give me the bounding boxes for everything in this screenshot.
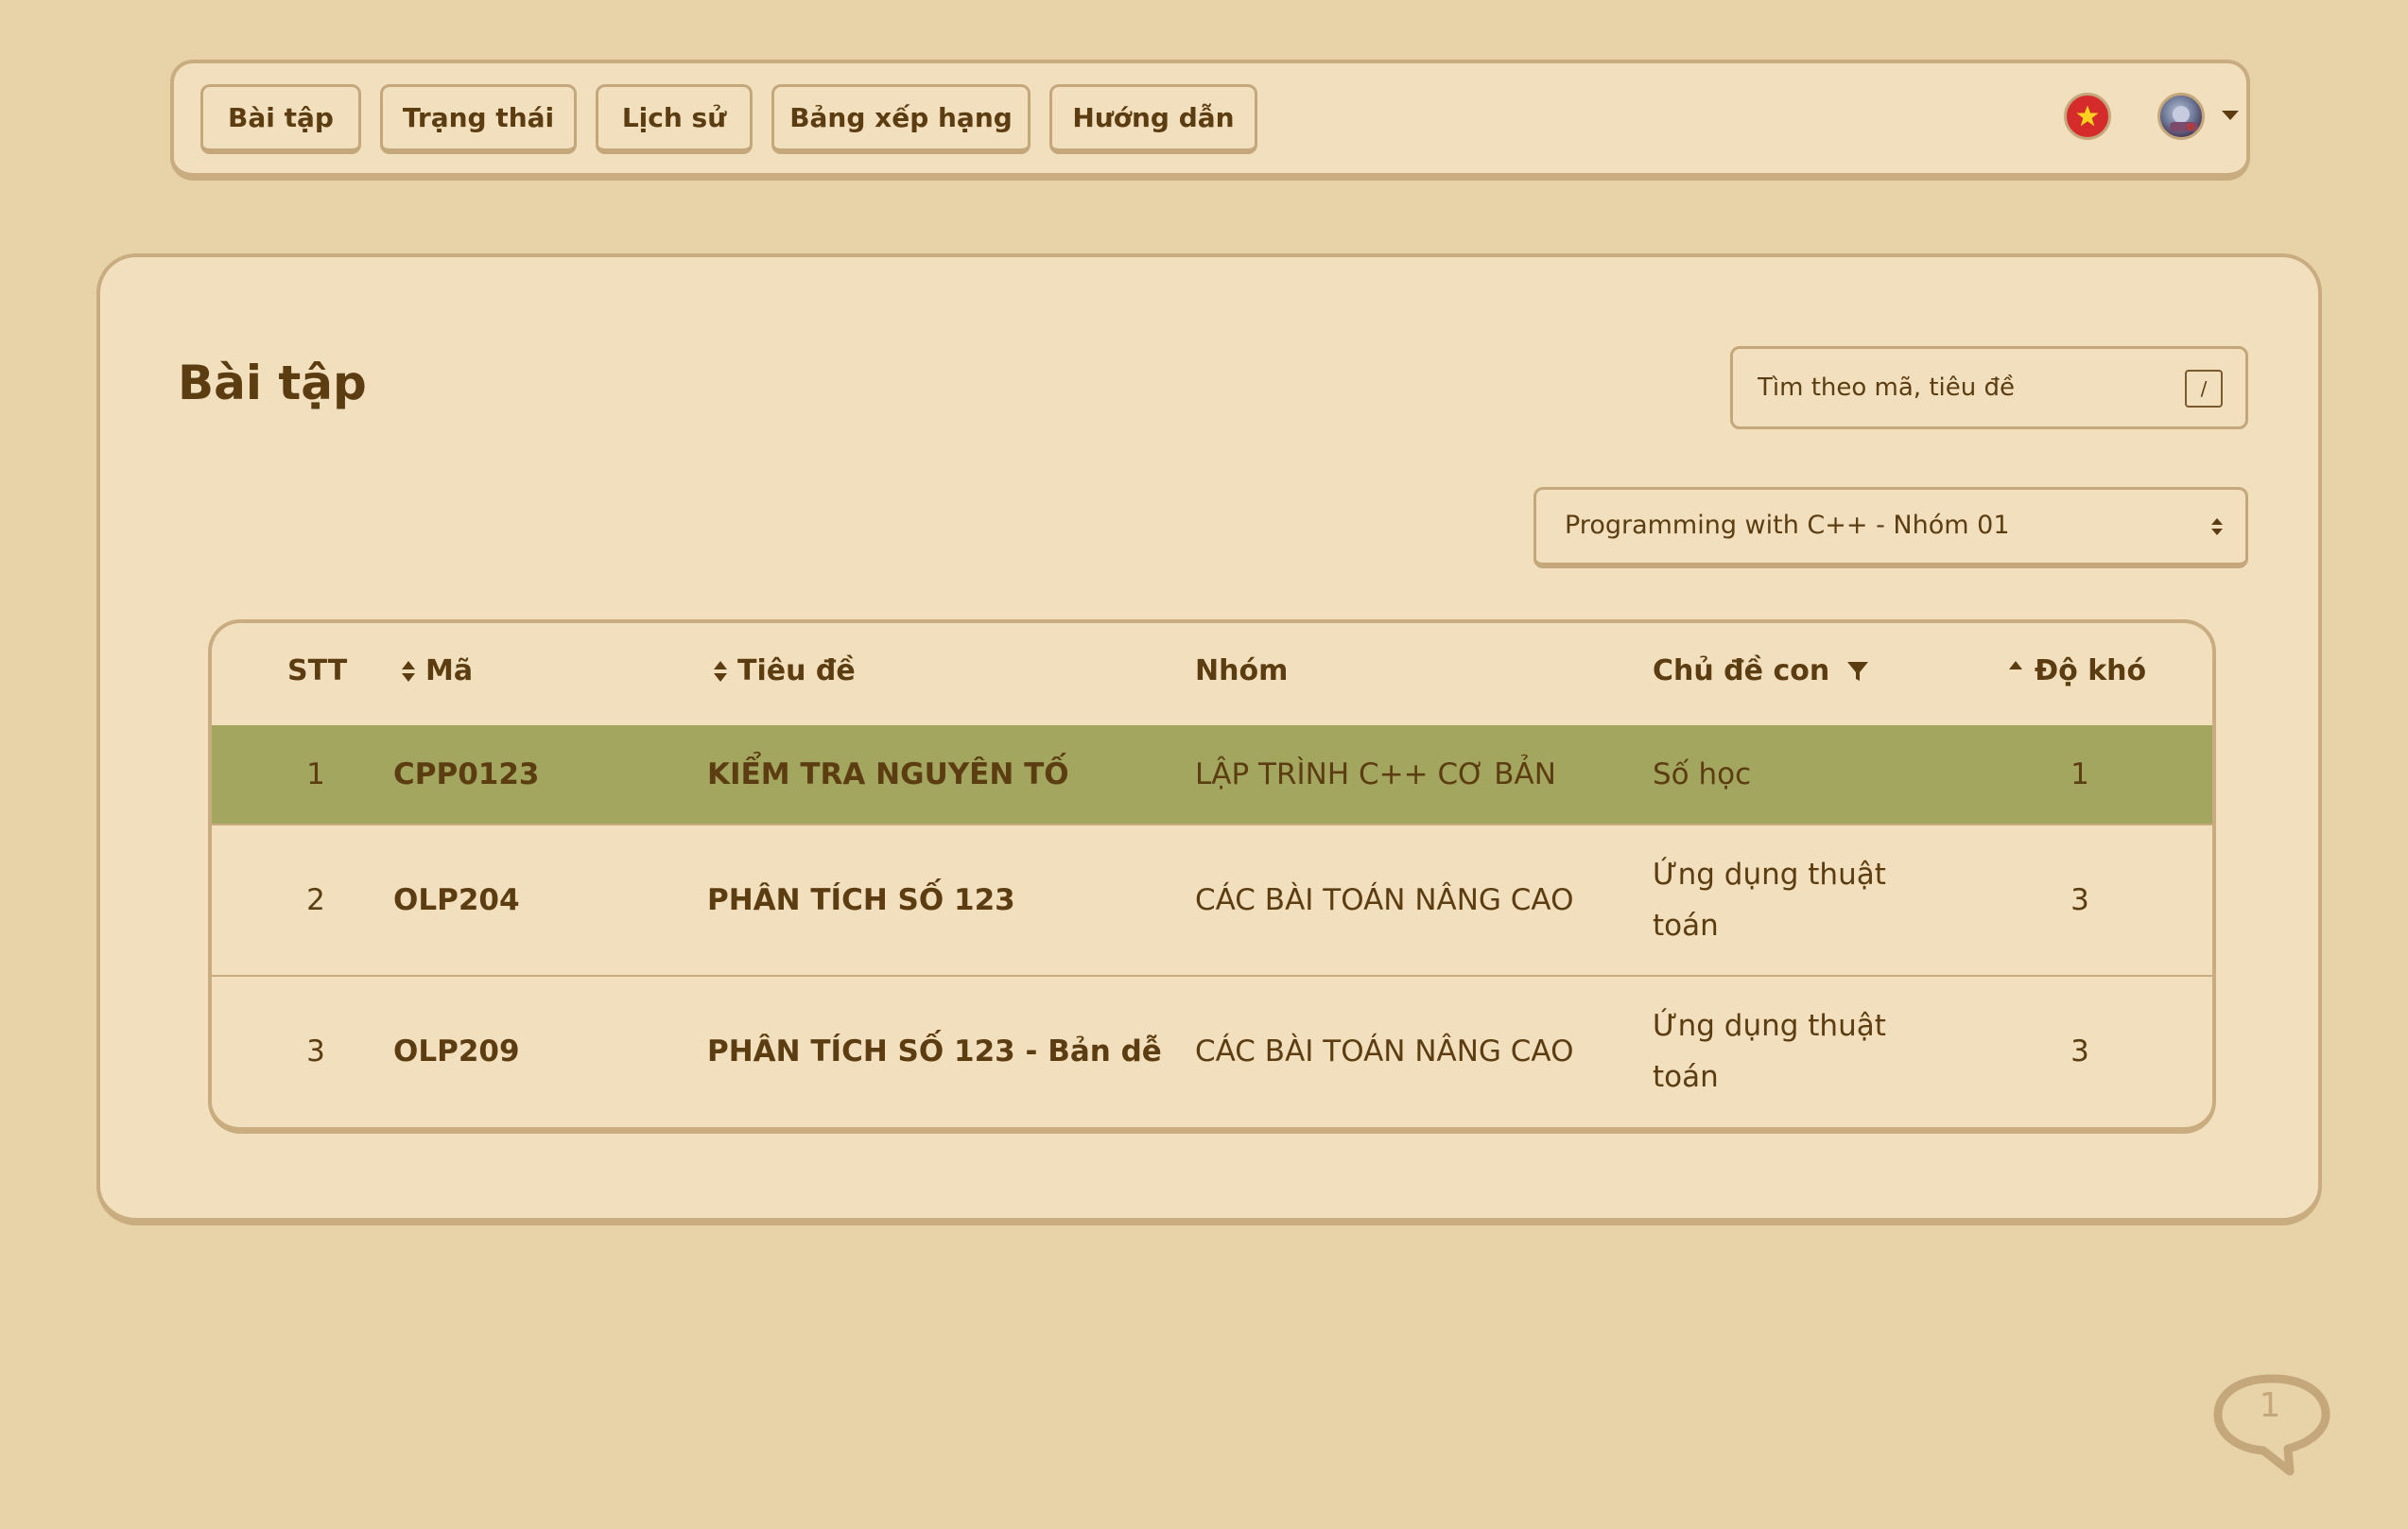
column-header-chude: Chủ đề con — [1653, 654, 1869, 687]
cell-chude: Ứng dụng thuật toán — [1653, 858, 1886, 943]
cell-chude: Số học — [1653, 757, 1752, 791]
cell-title[interactable]: PHÂN TÍCH SỐ 123 — [707, 825, 1015, 975]
column-header-title-label: Tiêu đề — [737, 654, 856, 687]
cell-dokho: 3 — [2070, 1034, 2089, 1069]
group-select-value: Programming with C++ - Nhóm 01 — [1565, 511, 2010, 540]
column-header-dokho-label: Độ khó — [2035, 654, 2147, 687]
vietnam-flag-icon[interactable] — [2064, 93, 2111, 140]
sort-arrows-icon — [2211, 518, 2223, 535]
avatar[interactable] — [2157, 93, 2205, 140]
problems-card: Bài tập / Programming with C++ - Nhóm 01… — [96, 253, 2322, 1225]
cell-ma[interactable]: OLP209 — [393, 977, 520, 1126]
search-box[interactable]: / — [1730, 346, 2248, 429]
cell-dokho: 3 — [2070, 883, 2089, 917]
column-header-stt: STT — [287, 654, 348, 687]
nav-huong-dan-button[interactable]: Hướng dẫn — [1049, 84, 1257, 154]
cell-title[interactable]: PHÂN TÍCH SỐ 123 - Bản dễ — [707, 977, 1162, 1126]
column-header-dokho[interactable]: Độ khó — [2008, 654, 2146, 687]
sort-ascending-icon — [2009, 660, 2022, 669]
group-select[interactable]: Programming with C++ - Nhóm 01 — [1533, 487, 2248, 568]
cell-ma[interactable]: CPP0123 — [393, 725, 539, 824]
cell-ma[interactable]: OLP204 — [393, 825, 520, 975]
nav-trang-thai-button[interactable]: Trạng thái — [380, 84, 577, 154]
table-header: STT Mã Tiêu đề Nhóm Chủ đề con Độ khó — [212, 623, 2212, 725]
column-header-ma[interactable]: Mã — [401, 654, 473, 687]
chevron-down-icon[interactable] — [2222, 111, 2239, 120]
column-header-title[interactable]: Tiêu đề — [713, 654, 856, 687]
nav-lich-su-button[interactable]: Lịch sử — [596, 84, 753, 154]
column-header-chude-label: Chủ đề con — [1653, 654, 1830, 687]
top-navbar: Bài tập Trạng thái Lịch sử Bảng xếp hạng… — [170, 60, 2250, 181]
star-icon — [2076, 105, 2099, 127]
keyboard-shortcut-badge: / — [2185, 370, 2223, 408]
nav-bang-xep-hang-button[interactable]: Bảng xếp hạng — [771, 84, 1031, 154]
filter-icon[interactable] — [1846, 660, 1869, 683]
cell-stt: 1 — [306, 757, 325, 791]
column-header-ma-label: Mã — [425, 654, 474, 687]
table-row[interactable]: 1 CPP0123 KIỂM TRA NGUYÊN TỐ LẬP TRÌNH C… — [212, 725, 2212, 824]
cell-title[interactable]: KIỂM TRA NGUYÊN TỐ — [707, 725, 1069, 824]
problems-table: STT Mã Tiêu đề Nhóm Chủ đề con Độ khó 1 … — [208, 619, 2216, 1134]
chat-button[interactable]: 1 — [2210, 1371, 2333, 1481]
avatar-image-icon — [2170, 106, 2198, 131]
cell-nhom: CÁC BÀI TOÁN NÂNG CAO — [1195, 1034, 1574, 1069]
chat-unread-count: 1 — [2259, 1386, 2281, 1425]
column-header-nhom: Nhóm — [1195, 654, 1289, 687]
page-title: Bài tập — [178, 356, 367, 410]
search-input[interactable] — [1756, 366, 2172, 409]
cell-nhom: CÁC BÀI TOÁN NÂNG CAO — [1195, 883, 1574, 917]
cell-nhom: LẬP TRÌNH C++ CƠ BẢN — [1195, 757, 1556, 791]
cell-stt: 2 — [306, 883, 325, 917]
table-row[interactable]: 2 OLP204 PHÂN TÍCH SỐ 123 CÁC BÀI TOÁN N… — [212, 824, 2212, 975]
nav-bai-tap-button[interactable]: Bài tập — [200, 84, 361, 154]
sort-icon — [402, 660, 415, 682]
sort-icon — [714, 660, 727, 682]
cell-chude: Ứng dụng thuật toán — [1653, 1009, 1886, 1094]
cell-stt: 3 — [306, 1034, 325, 1069]
table-row[interactable]: 3 OLP209 PHÂN TÍCH SỐ 123 - Bản dễ CÁC B… — [212, 975, 2212, 1126]
cell-dokho: 1 — [2070, 757, 2089, 791]
